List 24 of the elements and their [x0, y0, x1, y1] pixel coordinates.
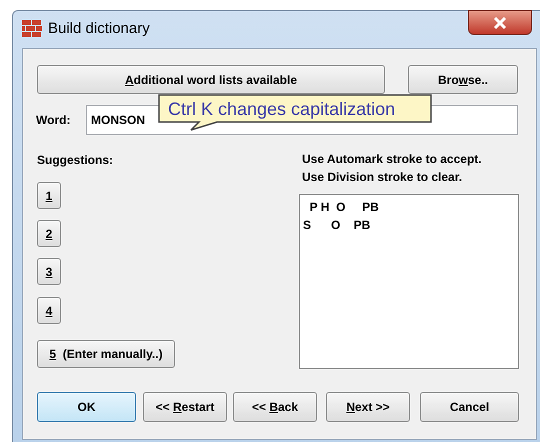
suggestions-label: Suggestions: — [37, 152, 114, 169]
suggestion-button[interactable]: 3 — [37, 258, 61, 285]
back-button[interactable]: << Back — [233, 392, 317, 422]
tooltip: Ctrl K changes capitalization — [157, 93, 433, 131]
ok-button[interactable]: OK — [37, 392, 136, 422]
word-label: Word: — [36, 112, 70, 129]
close-button[interactable] — [468, 10, 532, 35]
stroke-row[interactable]: P H O PB — [303, 198, 379, 216]
instruction-text: Use Automark stroke to accept. — [302, 151, 482, 168]
instruction-text: Use Division stroke to clear. — [302, 169, 462, 186]
next-button[interactable]: Next >> — [326, 392, 410, 422]
suggestion-button[interactable]: 2 — [37, 220, 61, 247]
stroke-row[interactable]: S O PB — [303, 216, 370, 234]
brick-wall-icon — [22, 20, 42, 38]
word-lists-button[interactable]: Additional word lists available — [37, 65, 385, 94]
close-icon — [493, 16, 507, 28]
suggestion-button[interactable]: 1 — [37, 182, 61, 209]
suggestion-button[interactable]: 5 (Enter manually..) — [37, 340, 175, 368]
browse-button[interactable]: Browse.. — [408, 65, 518, 94]
stroke-list[interactable]: P H O PB S O PB — [299, 194, 519, 369]
cancel-button[interactable]: Cancel — [420, 392, 519, 422]
restart-button[interactable]: << Restart — [143, 392, 227, 422]
window-title: Build dictionary — [48, 18, 150, 39]
suggestion-button[interactable]: 4 — [37, 297, 61, 324]
